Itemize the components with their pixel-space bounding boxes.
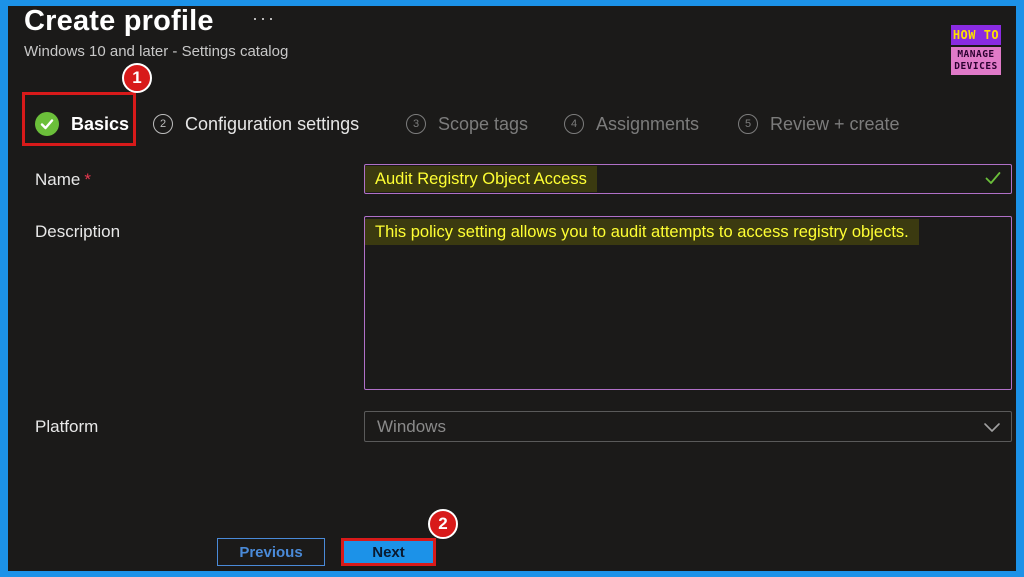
platform-label: Platform (35, 417, 99, 436)
tab-configuration-settings[interactable]: 2 Configuration settings (153, 110, 359, 138)
step-number-2: 2 (153, 114, 173, 134)
name-label-text: Name (35, 170, 81, 189)
tab-assignments-label: Assignments (596, 113, 700, 134)
annotation-badge-2: 2 (428, 509, 458, 539)
description-label: Description (35, 222, 121, 241)
wizard-steps: Basics 2 Configuration settings 3 Scope … (8, 102, 1016, 148)
logo-line-2: MANAGE (957, 49, 995, 60)
logo-line-3: DEVICES (954, 61, 998, 72)
tab-configuration-settings-label: Configuration settings (185, 113, 360, 134)
page-title: Create profile (24, 6, 214, 37)
tab-review-create-label: Review + create (770, 113, 900, 134)
step-number-4: 4 (564, 114, 584, 134)
tab-assignments[interactable]: 4 Assignments (564, 110, 699, 138)
annotation-badge-1: 1 (122, 63, 152, 93)
chevron-down-icon (983, 420, 1001, 438)
platform-select[interactable]: Windows (364, 411, 1012, 442)
more-options-button[interactable]: ··· (252, 8, 276, 28)
tab-scope-tags[interactable]: 3 Scope tags (406, 110, 528, 138)
previous-button[interactable]: Previous (217, 538, 325, 566)
description-textarea-value: This policy setting allows you to audit … (365, 219, 919, 245)
howtomanagedevices-logo: HOW TO MANAGE DEVICES (948, 25, 1004, 75)
tab-review-create[interactable]: 5 Review + create (738, 110, 900, 138)
name-label: Name * (35, 170, 91, 190)
check-circle-icon (35, 112, 59, 136)
tab-basics-label: Basics (71, 113, 130, 134)
step-number-3: 3 (406, 114, 426, 134)
tab-basics[interactable]: Basics (35, 110, 129, 138)
tab-scope-tags-label: Scope tags (438, 113, 529, 134)
next-button[interactable]: Next (341, 538, 436, 566)
page-subtitle: Windows 10 and later - Settings catalog (24, 43, 289, 60)
valid-check-icon (985, 171, 1001, 190)
create-profile-pane: Create profile ··· Windows 10 and later … (8, 6, 1016, 571)
platform-select-value: Windows (377, 417, 446, 436)
required-marker: * (84, 170, 91, 189)
description-textarea[interactable]: This policy setting allows you to audit … (364, 216, 1012, 390)
name-input-value: Audit Registry Object Access (365, 166, 597, 192)
logo-line-2-3: MANAGE DEVICES (951, 47, 1001, 75)
name-input[interactable]: Audit Registry Object Access (364, 164, 1012, 194)
logo-line-1: HOW TO (951, 25, 1001, 45)
step-number-5: 5 (738, 114, 758, 134)
